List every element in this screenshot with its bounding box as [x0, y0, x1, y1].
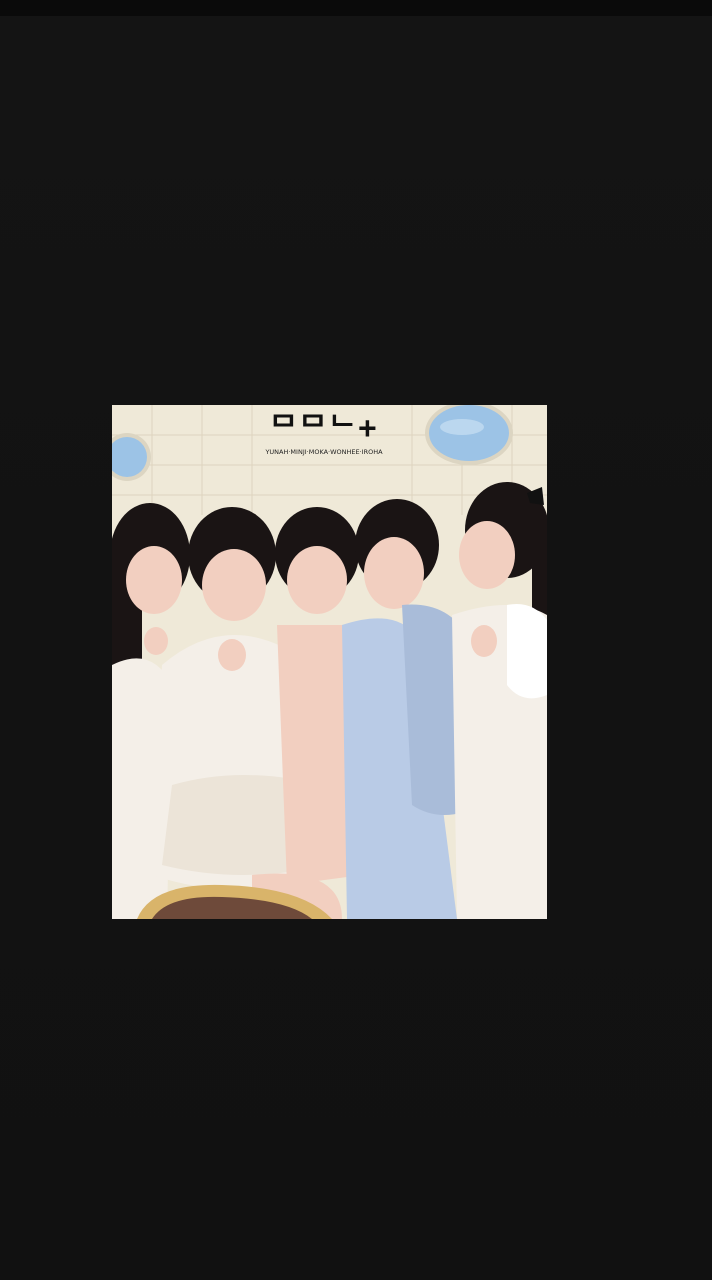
logo-mark: ᄆᄆᄂ+: [269, 411, 379, 446]
group-photo-illustration: [112, 405, 547, 919]
status-bar: [0, 0, 712, 16]
group-photo[interactable]: [112, 405, 547, 919]
group-logo: ᄆᄆᄂ+ YUNAH·MINJI·MOKA·WONHEE·IROHA: [258, 411, 390, 457]
logo-member-names: YUNAH·MINJI·MOKA·WONHEE·IROHA: [265, 448, 383, 456]
